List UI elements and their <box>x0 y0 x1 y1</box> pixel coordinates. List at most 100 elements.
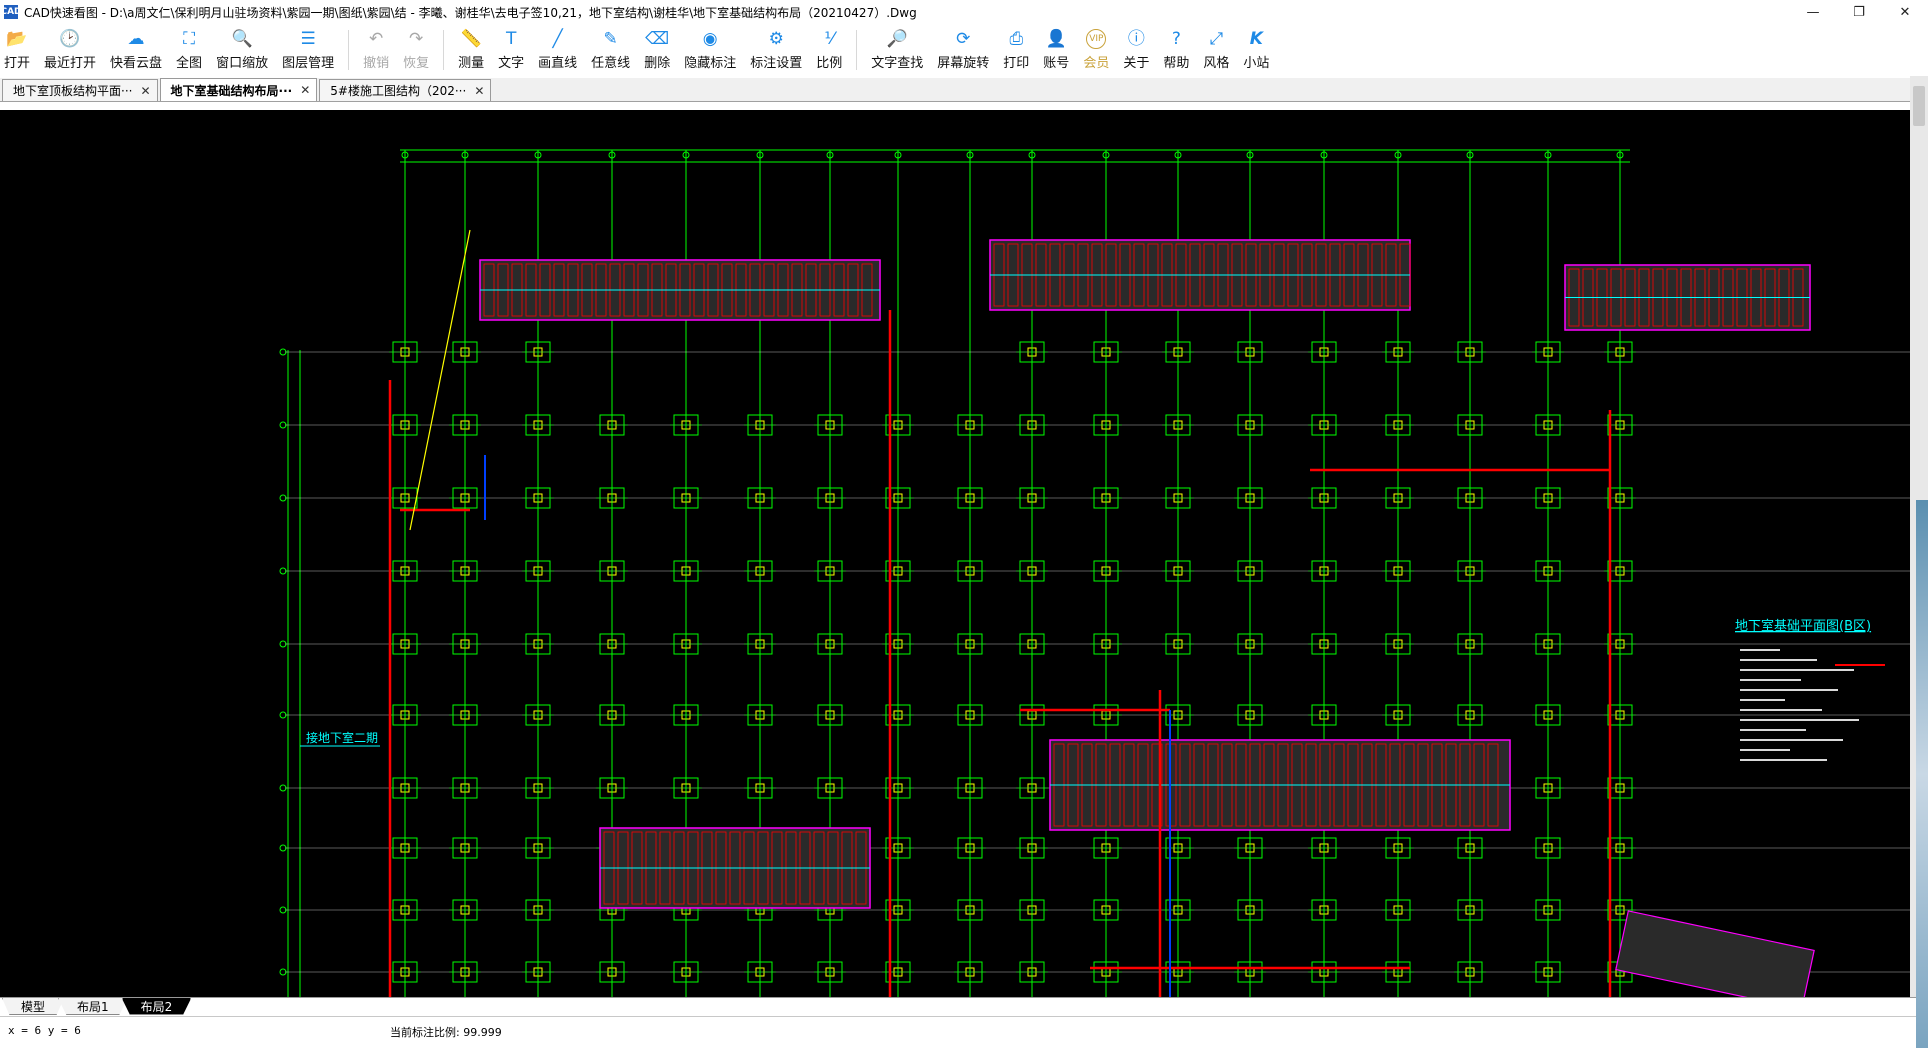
toolbar-button-9[interactable]: T 文字 <box>498 24 524 76</box>
layout-tab-0[interactable]: 模型 <box>2 998 65 1015</box>
toolbar-button-label: 关于 <box>1123 56 1150 71</box>
zoom-window-icon: 🔍 <box>231 29 253 49</box>
toolbar-button-label: 测量 <box>458 56 485 71</box>
layout-tab-2[interactable]: 布局2 <box>121 998 192 1015</box>
status-bar: x = 6 y = 6 当前标注比例: 99.999 <box>0 1016 1916 1048</box>
cad-drawing-svg[interactable]: 地下室基础平面图(B区) 接地下室二期 <box>0 110 1910 997</box>
toolbar-button-5[interactable]: ☰ 图层管理 <box>282 24 334 76</box>
toolbar-separator <box>856 30 858 70</box>
toolbar-button-7[interactable]: ↷ 恢复 <box>403 24 429 76</box>
toolbar-button-label: 恢复 <box>403 56 430 71</box>
text-tool-icon: T <box>505 29 517 49</box>
toolbar-button-label: 快看云盘 <box>110 56 163 71</box>
folder-open-icon: 📂 <box>6 29 28 49</box>
undo-icon: ↶ <box>368 29 384 49</box>
full-extent-icon: ⛶ <box>183 29 195 49</box>
toolbar-button-label: 帮助 <box>1163 56 1190 71</box>
toolbar-button-1[interactable]: 🕑 最近打开 <box>44 24 96 76</box>
ruler-icon: 📏 <box>460 29 482 49</box>
toolbar-button-0[interactable]: 📂 打开 <box>4 24 30 76</box>
toolbar-button-8[interactable]: 📏 测量 <box>458 24 484 76</box>
toolbar-button-18[interactable]: ⎙ 打印 <box>1003 24 1029 76</box>
layers-icon: ☰ <box>300 29 316 49</box>
toolbar-button-label: 风格 <box>1203 56 1230 71</box>
toolbar-button-label: 文字 <box>498 56 525 71</box>
account-user-icon: 👤 <box>1045 29 1067 49</box>
toolbar-button-21[interactable]: ⓘ 关于 <box>1123 24 1149 76</box>
toolbar-button-label: 小站 <box>1243 56 1270 71</box>
rotate-screen-icon: ⟳ <box>956 29 971 49</box>
toolbar-button-23[interactable]: ⤢ 风格 <box>1203 24 1229 76</box>
toolbar-separator <box>348 30 350 70</box>
toolbar-button-label: 最近打开 <box>44 56 97 71</box>
toolbar-button-label: 屏幕旋转 <box>937 56 990 71</box>
toolbar-button-12[interactable]: ⌫ 删除 <box>644 24 670 76</box>
toolbar-button-14[interactable]: ⚙ 标注设置 <box>750 24 802 76</box>
side-label: 接地下室二期 <box>306 730 378 745</box>
recent-clock-icon: 🕑 <box>59 29 81 49</box>
toolbar-button-label: 会员 <box>1083 56 1110 71</box>
redo-icon: ↷ <box>408 29 424 49</box>
toolbar-button-24[interactable]: K 小站 <box>1243 24 1269 76</box>
toolbar-button-6[interactable]: ↶ 撤销 <box>363 24 389 76</box>
toolbar-button-label: 删除 <box>644 56 671 71</box>
document-tab-2[interactable]: 5#楼施工图结构（202··· ✕ <box>319 79 492 101</box>
freehand-pen-icon: ✎ <box>603 29 618 49</box>
toolbar-separator <box>443 30 445 70</box>
document-tab-label: 5#楼施工图结构（202··· <box>330 84 467 98</box>
document-tab-label: 地下室基础结构布局··· <box>170 83 293 98</box>
main-toolbar: 📂 打开 🕑 最近打开 ☁ 快看云盘 ⛶ 全图 🔍 窗口缩放 ☰ 图层管理 ↶ 撤销 ↷ 恢复 📏 测量 T 文字 ╱ 画… <box>0 24 1928 76</box>
maximize-button[interactable]: ❐ <box>1836 0 1882 24</box>
layout-tab-1[interactable]: 布局1 <box>58 998 128 1015</box>
close-tab-icon[interactable]: ✕ <box>140 84 150 98</box>
close-tab-icon[interactable]: ✕ <box>474 84 484 98</box>
toolbar-button-label: 图层管理 <box>282 56 335 71</box>
toolbar-button-label: 比例 <box>816 56 843 71</box>
toolbar-button-label: 打印 <box>1003 56 1030 71</box>
scale-ratio-icon: ⅟ <box>824 29 835 49</box>
toolbar-button-20[interactable]: VIP 会员 <box>1083 24 1109 76</box>
app-logo-icon: CAD <box>0 5 22 19</box>
cloud-icon: ☁ <box>127 29 145 49</box>
window-controls: — ❐ ✕ <box>1790 0 1928 24</box>
toolbar-button-17[interactable]: ⟳ 屏幕旋转 <box>937 24 989 76</box>
line-tool-icon: ╱ <box>552 29 563 49</box>
slope-line <box>409 229 471 531</box>
desktop-background-peek <box>1916 500 1928 1048</box>
cad-drawing-canvas[interactable]: 地下室基础平面图(B区) 接地下室二期 <box>0 110 1910 997</box>
layout-tab-bar: 模型 布局1 布局2 <box>0 997 1916 1015</box>
eraser-icon: ⌫ <box>645 29 670 49</box>
document-tab-0[interactable]: 地下室顶板结构平面··· ✕ <box>2 79 158 101</box>
annotation-settings-icon: ⚙ <box>768 29 784 49</box>
style-theme-icon: ⤢ <box>1209 29 1224 49</box>
cursor-coordinates: x = 6 y = 6 <box>8 1024 81 1037</box>
toolbar-button-2[interactable]: ☁ 快看云盘 <box>110 24 162 76</box>
toolbar-button-10[interactable]: ╱ 画直线 <box>538 24 577 76</box>
minimize-button[interactable]: — <box>1790 0 1836 24</box>
toolbar-button-16[interactable]: 🔎 文字查找 <box>871 24 923 76</box>
close-window-button[interactable]: ✕ <box>1882 0 1928 24</box>
toolbar-button-3[interactable]: ⛶ 全图 <box>176 24 202 76</box>
toolbar-button-label: 文字查找 <box>871 56 924 71</box>
hide-eye-icon: ◉ <box>702 29 718 49</box>
toolbar-button-label: 窗口缩放 <box>216 56 269 71</box>
close-tab-icon[interactable]: ✕ <box>300 83 310 97</box>
info-icon: ⓘ <box>1127 29 1145 49</box>
printer-icon: ⎙ <box>1009 29 1024 49</box>
toolbar-button-13[interactable]: ◉ 隐藏标注 <box>684 24 736 76</box>
text-search-icon: 🔎 <box>886 29 908 49</box>
toolbar-button-4[interactable]: 🔍 窗口缩放 <box>216 24 268 76</box>
vip-badge-icon: VIP <box>1086 29 1107 49</box>
toolbar-button-19[interactable]: 👤 账号 <box>1043 24 1069 76</box>
kuaikan-k-icon: K <box>1249 29 1263 49</box>
toolbar-button-22[interactable]: ? 帮助 <box>1163 24 1189 76</box>
scrollbar-thumb[interactable] <box>1913 86 1925 126</box>
toolbar-button-15[interactable]: ⅟ 比例 <box>816 24 842 76</box>
annotation-scale-text: 当前标注比例: 99.999 <box>390 1026 502 1039</box>
document-tab-bar: 地下室顶板结构平面··· ✕ 地下室基础结构布局··· ✕ 5#楼施工图结构（202··… <box>0 78 1928 102</box>
document-tab-label: 地下室顶板结构平面··· <box>13 84 133 98</box>
legend-title: 地下室基础平面图(B区) <box>1735 618 1871 634</box>
document-tab-1[interactable]: 地下室基础结构布局··· ✕ <box>159 78 318 101</box>
toolbar-button-11[interactable]: ✎ 任意线 <box>591 24 630 76</box>
toolbar-button-label: 撤销 <box>363 56 390 71</box>
